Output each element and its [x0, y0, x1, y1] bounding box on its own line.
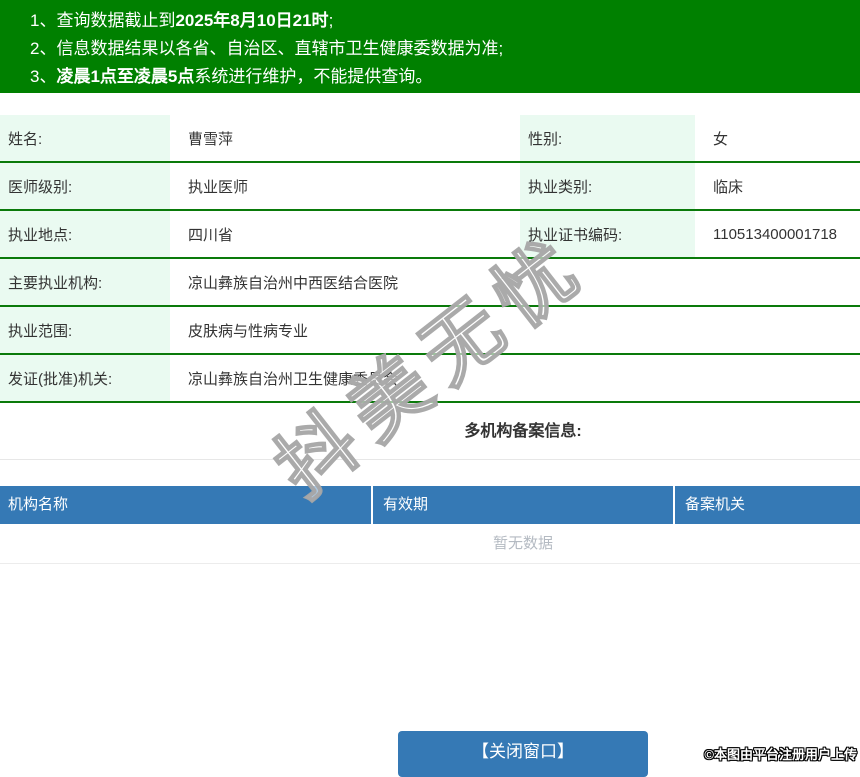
table-row: 发证(批准)机关: 凉山彝族自治州卫生健康委员会 — [0, 355, 860, 403]
result-panel: 姓名: 曹雪萍 性别: 女 医师级别: 执业医师 执业类别: 临床 执业地点: … — [0, 93, 860, 564]
notice-number: 3、 — [30, 67, 57, 86]
upload-caption: ©本图由平台注册用户上传 — [704, 747, 857, 762]
notice-banner: 1、查询数据截止到2025年8月10日21时; 2、信息数据结果以各省、自治区、… — [0, 0, 860, 93]
table-row: 执业范围: 皮肤病与性病专业 — [0, 307, 860, 355]
field-label-name: 姓名: — [0, 115, 170, 161]
field-label-certificate-number: 执业证书编码: — [520, 211, 695, 257]
field-value-issuing-authority: 凉山彝族自治州卫生健康委员会 — [170, 355, 860, 401]
notice-line-2: 2、信息数据结果以各省、自治区、直辖市卫生健康委数据为准; — [30, 35, 860, 63]
multi-org-section-title: 多机构备案信息: — [0, 403, 860, 460]
field-value-main-institution: 凉山彝族自治州中西医结合医院 — [170, 259, 860, 305]
notice-number: 1、 — [30, 11, 57, 30]
close-window-button[interactable]: 【关闭窗口】 — [398, 731, 648, 777]
notice-bold-text: 凌晨1点至凌晨5点 — [56, 67, 195, 86]
field-label-practice-location: 执业地点: — [0, 211, 170, 257]
field-label-doctor-level: 医师级别: — [0, 163, 170, 209]
notice-line-1: 1、查询数据截止到2025年8月10日21时; — [30, 7, 860, 35]
notice-bold-text: 2025年8月10日21时 — [175, 11, 329, 30]
table-row: 姓名: 曹雪萍 性别: 女 — [0, 115, 860, 163]
column-header-validity-period: 有效期 — [373, 486, 675, 524]
table-row: 执业地点: 四川省 执业证书编码: 110513400001718 — [0, 211, 860, 259]
field-label-issuing-authority: 发证(批准)机关: — [0, 355, 170, 401]
field-label-practice-scope: 执业范围: — [0, 307, 170, 353]
table-row: 医师级别: 执业医师 执业类别: 临床 — [0, 163, 860, 211]
notice-line-3: 3、凌晨1点至凌晨5点系统进行维护，不能提供查询。 — [30, 63, 860, 91]
field-label-gender: 性别: — [520, 115, 695, 161]
field-value-certificate-number: 110513400001718 — [695, 211, 860, 257]
notice-text: 信息数据结果以各省、自治区、直辖市卫生健康委数据为准; — [56, 39, 504, 58]
notice-text: ; — [328, 11, 334, 30]
notice-number: 2、 — [30, 39, 57, 58]
field-value-doctor-level: 执业医师 — [170, 163, 520, 209]
field-value-practice-scope: 皮肤病与性病专业 — [170, 307, 860, 353]
column-header-institution-name: 机构名称 — [0, 486, 373, 524]
notice-text: 查询数据截止到 — [56, 11, 176, 30]
physician-info-table: 姓名: 曹雪萍 性别: 女 医师级别: 执业医师 执业类别: 临床 执业地点: … — [0, 115, 860, 403]
empty-state-text: 暂无数据 — [0, 524, 860, 564]
field-value-name: 曹雪萍 — [170, 115, 520, 161]
field-label-practice-category: 执业类别: — [520, 163, 695, 209]
field-value-practice-category: 临床 — [695, 163, 860, 209]
field-value-gender: 女 — [695, 115, 860, 161]
notice-text: 系统进行维护，不能提供查询。 — [194, 67, 433, 86]
column-header-filing-authority: 备案机关 — [685, 496, 746, 513]
table-row: 主要执业机构: 凉山彝族自治州中西医结合医院 — [0, 259, 860, 307]
field-value-practice-location: 四川省 — [170, 211, 520, 257]
field-label-main-institution: 主要执业机构: — [0, 259, 170, 305]
records-table-header: 机构名称 有效期 备案机关 — [0, 486, 860, 524]
